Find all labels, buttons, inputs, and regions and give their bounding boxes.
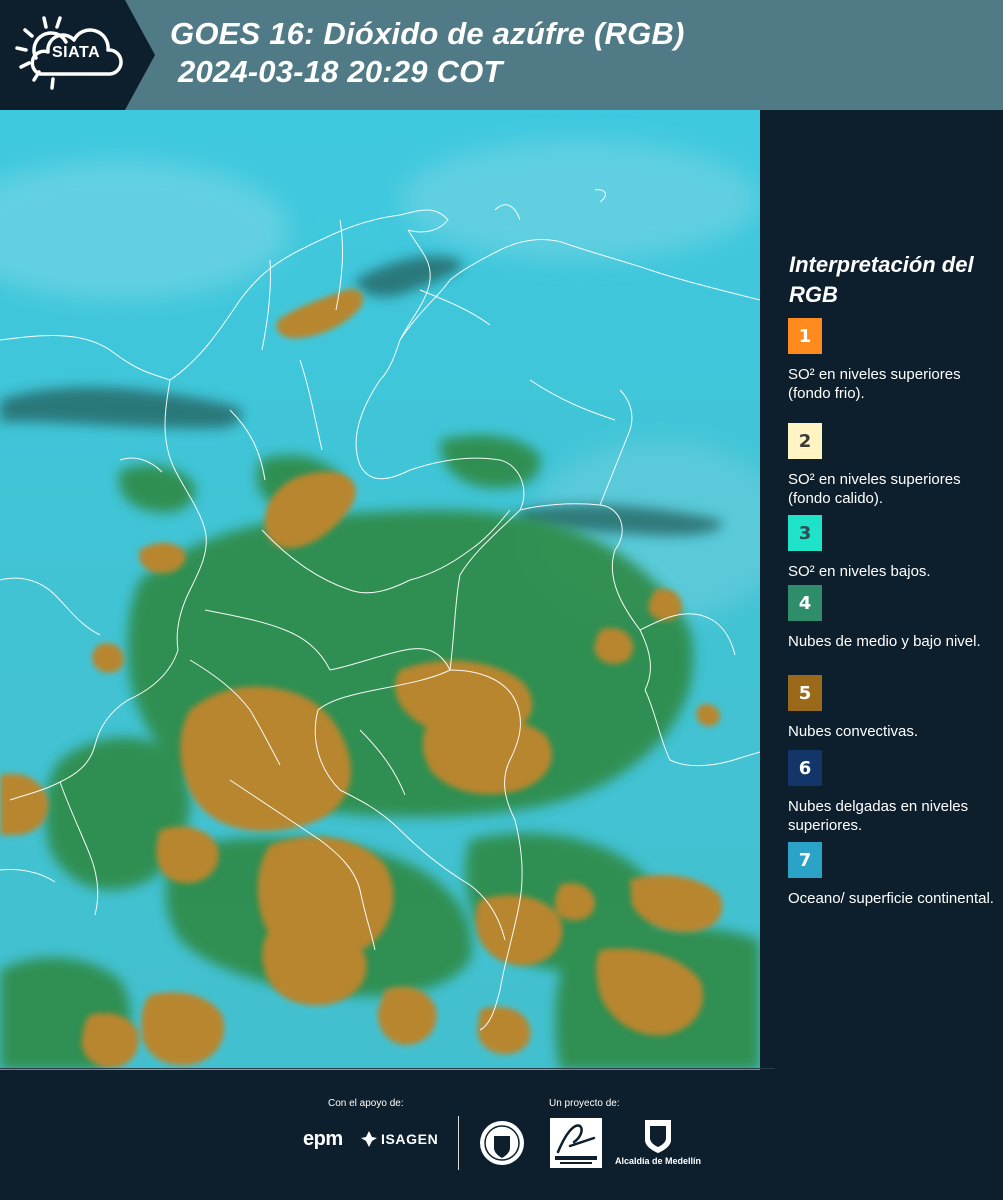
footer-rule xyxy=(0,1068,775,1069)
isagen-logo-text: ISAGEN xyxy=(381,1131,439,1147)
footer: Con el apoyo de: Un proyecto de: epm ISA… xyxy=(0,1068,1003,1200)
legend-label: Nubes convectivas. xyxy=(788,723,919,740)
support-label: Con el apoyo de: xyxy=(328,1098,404,1109)
isagen-logo: ISAGEN xyxy=(360,1130,438,1148)
epm-logo: epm xyxy=(303,1128,343,1150)
legend-label: Nubes delgadas en niveles superiores. xyxy=(788,798,969,834)
legend-item: 3 SO² en niveles bajos. xyxy=(788,515,998,581)
header: SIATA GOES 16: Dióxido de azúfre (RGB) 2… xyxy=(0,0,1003,110)
legend-label: Nubes de medio y bajo nivel. xyxy=(788,633,981,650)
alcaldia-logo-text: Alcaldía de Medellín xyxy=(614,1156,702,1166)
alcaldia-logo: Alcaldía de Medellín xyxy=(612,1118,704,1170)
area-metropolitana-logo-icon xyxy=(550,1118,602,1168)
legend-item: 6 Nubes delgadas en niveles superiores. xyxy=(788,750,998,835)
legend-item: 2 SO² en niveles superiores (fondo calido… xyxy=(788,423,998,508)
legend-item: 7 Oceano/ superficie continental. xyxy=(788,842,998,908)
legend-swatch: 1 xyxy=(788,318,822,354)
image-datetime: 2024-03-18 20:29 COT xyxy=(178,54,503,89)
legend-item: 1 SO² en niveles superiores (fondo frio). xyxy=(788,318,998,403)
legend-swatch: 6 xyxy=(788,750,822,786)
legend-label: Oceano/ superficie continental. xyxy=(788,890,994,907)
legend-swatch: 5 xyxy=(788,675,822,711)
legend-item: 5 Nubes convectivas. xyxy=(788,675,998,741)
legend-swatch: 7 xyxy=(788,842,822,878)
legend-title: Interpretación del RGB xyxy=(789,252,974,307)
legend-label: SO² en niveles superiores (fondo calido)… xyxy=(788,471,961,507)
isagen-mark-icon xyxy=(361,1131,377,1147)
page: SIATA GOES 16: Dióxido de azúfre (RGB) 2… xyxy=(0,0,1003,1200)
legend-label: SO² en niveles bajos. xyxy=(788,563,931,580)
satellite-map[interactable] xyxy=(0,110,760,1070)
legend-swatch: 4 xyxy=(788,585,822,621)
siata-logo-text: SIATA xyxy=(52,44,101,61)
page-title: GOES 16: Dióxido de azúfre (RGB) xyxy=(170,16,685,51)
alcaldia-shield-icon xyxy=(645,1120,671,1153)
footer-divider xyxy=(458,1116,459,1170)
project-label: Un proyecto de: xyxy=(549,1098,620,1109)
legend-panel: Interpretación del RGB 1 SO² en niveles s… xyxy=(760,110,1003,1070)
legend-item: 4 Nubes de medio y bajo nivel. xyxy=(788,585,998,651)
satellite-map-image xyxy=(0,110,760,1070)
legend-swatch: 3 xyxy=(788,515,822,551)
medellin-seal-icon xyxy=(480,1121,524,1165)
siata-logo: SIATA xyxy=(0,0,160,110)
legend-label: SO² en niveles superiores (fondo frio). xyxy=(788,366,961,402)
legend-swatch: 2 xyxy=(788,423,822,459)
